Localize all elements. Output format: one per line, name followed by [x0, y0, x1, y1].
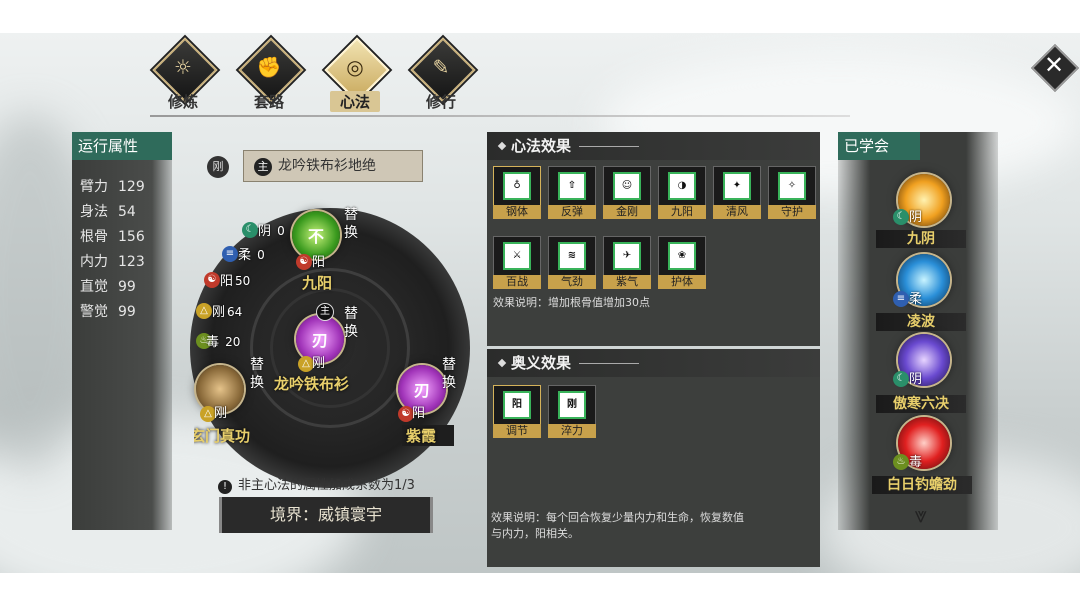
yin-icon: ☾ — [242, 222, 258, 238]
learned-item-name[interactable]: 白日钓蟾劲 — [872, 476, 972, 494]
mystic-panel: 奥义效果 阳调节 刚淬力 效果说明：每个回合恢复少量内力和生命，恢复数值 与内力… — [487, 349, 820, 567]
yang-icon: ☯ — [204, 272, 220, 288]
yang-icon: ☯ — [296, 254, 312, 270]
stat-row: 根骨 156 — [80, 229, 145, 245]
yin-icon: ☾ — [893, 209, 909, 225]
stat-row: 身法 54 — [80, 204, 136, 220]
main-method-label: 主龙吟铁布衫地绝 — [243, 150, 423, 182]
node-top-name: 九阳 — [302, 274, 333, 292]
tab-label: 套路 — [253, 93, 284, 111]
game-screen: ☼ 修炼 ✊ 套路 ◎ 心法 ✎ 修行 ✕ 运行属性 臂力 129 身法 54 根骨… — [0, 33, 1080, 573]
mystic-item[interactable]: 刚淬力 — [546, 385, 596, 438]
realm-label: 境界：威镇寰宇 — [219, 497, 433, 533]
effect-item[interactable]: ✦ 清风 — [711, 166, 761, 219]
wind-icon: ✦ — [723, 172, 751, 200]
swap-button[interactable]: 替换 — [344, 206, 362, 242]
qi-icon: ≋ — [558, 242, 586, 270]
effect-item[interactable]: ⚔ 百战 — [491, 236, 541, 289]
attr-yang: 阳 50 — [220, 274, 251, 289]
effect-item[interactable]: ✧ 守护 — [766, 166, 816, 219]
node-left-name: 玄门真功 — [190, 427, 251, 445]
learned-tag: 阴 — [909, 372, 923, 387]
swap-button[interactable]: 替换 — [344, 305, 362, 341]
body-guard-icon: ❀ — [668, 242, 696, 270]
learned-item-name[interactable]: 九阴 — [876, 230, 966, 248]
top-nav: ☼ 修炼 ✊ 套路 ◎ 心法 ✎ 修行 — [140, 37, 490, 113]
learned-tag: 柔 — [909, 292, 923, 307]
learned-tag: 阴 — [909, 210, 923, 225]
node-right-name: 紫霞 — [402, 425, 455, 446]
tab-routine[interactable]: ✊ 套路 — [230, 37, 310, 113]
attr-rou: 柔 0 — [238, 248, 265, 263]
stat-row: 警觉 99 — [80, 304, 136, 320]
attr-poison: 毒 20 — [206, 335, 241, 350]
purple-qi-icon: ✈ — [613, 242, 641, 270]
mystic-title: 奥义效果 — [487, 349, 820, 377]
learned-item-name[interactable]: 凌波 — [876, 313, 966, 331]
learned-tag: 毒 — [909, 455, 923, 470]
attr-yin: 阴 0 — [258, 224, 285, 239]
bounce-icon: ⇧ — [558, 172, 586, 200]
type-badge: 刚 — [207, 156, 229, 178]
learned-title: 已学会 — [838, 132, 920, 160]
node-tag: 阳 — [312, 255, 326, 270]
swap-button[interactable]: 替换 — [250, 356, 268, 392]
close-icon: ✕ — [1043, 51, 1065, 79]
figure-icon: ☺ — [613, 172, 641, 200]
node-center-name: 龙吟铁布衫 — [274, 375, 350, 393]
mystic-desc-line2: 与内力，阳相关。 — [491, 527, 579, 540]
stat-row: 内力 123 — [80, 254, 145, 270]
yang-icon: 阳 — [503, 391, 531, 419]
main-tag-icon: 主 — [316, 303, 334, 321]
tab-mind-method[interactable]: ◎ 心法 — [316, 37, 396, 113]
bonus-note: ! 非主心法的属性加成系数为1/3 — [218, 474, 415, 494]
swap-button[interactable]: 替换 — [442, 356, 460, 392]
rou-icon: ≡ — [893, 291, 909, 307]
tab-cultivate[interactable]: ☼ 修炼 — [144, 37, 224, 113]
main-tag: 主 — [254, 158, 272, 176]
effects-panel: 心法效果 ♁ 钢体 ⇧ 反弹 ☺ 金刚 ◑ 九阳 ✦ 清风 ✧ 守护 ⚔ 百战 ≋ 气劲 ✈ 紫气… — [487, 132, 820, 346]
info-icon: ! — [218, 480, 232, 494]
effect-item[interactable]: ❀ 护体 — [656, 236, 706, 289]
nav-divider — [150, 115, 850, 117]
stats-title: 运行属性 — [72, 132, 172, 160]
poison-icon: ♨ — [893, 454, 909, 470]
stats-panel: 运行属性 臂力 129 身法 54 根骨 156 内力 123 直觉 99 警觉 99 — [72, 132, 172, 530]
gang-icon: 刚 — [558, 391, 586, 419]
effects-title: 心法效果 — [487, 132, 820, 160]
scroll-down-icon[interactable]: ⩔ — [906, 503, 936, 528]
stat-row: 臂力 129 — [80, 179, 145, 195]
effect-item[interactable]: ✈ 紫气 — [601, 236, 651, 289]
effects-desc: 效果说明：增加根骨值增加30点 — [493, 296, 650, 309]
effect-item[interactable]: ◑ 九阳 — [656, 166, 706, 219]
attr-gang: 刚 64 — [212, 305, 243, 320]
mystic-desc-line1: 效果说明：每个回合恢复少量内力和生命，恢复数值 — [491, 511, 744, 524]
effect-item[interactable]: ☺ 金刚 — [601, 166, 651, 219]
mystic-item[interactable]: 阳调节 — [491, 385, 541, 438]
tab-label: 心法 — [330, 91, 380, 112]
rou-icon: ≡ — [222, 246, 238, 262]
swords-icon: ⚔ — [503, 242, 531, 270]
node-tag: 阳 — [412, 406, 426, 421]
effect-item[interactable]: ♁ 钢体 — [491, 166, 541, 219]
yin-icon: ☾ — [893, 371, 909, 387]
effect-item[interactable]: ≋ 气劲 — [546, 236, 596, 289]
gang-icon: △ — [196, 303, 212, 319]
tab-label: 修行 — [425, 93, 456, 111]
split-icon: ◑ — [668, 172, 696, 200]
stat-row: 直觉 99 — [80, 279, 136, 295]
node-tag: 刚 — [214, 406, 228, 421]
tab-label: 修炼 — [167, 93, 198, 111]
close-button[interactable]: ✕ — [1030, 43, 1080, 93]
guard-icon: ✧ — [778, 172, 806, 200]
learned-item-name[interactable]: 傲寒六决 — [876, 395, 966, 413]
tab-practice[interactable]: ✎ 修行 — [402, 37, 482, 113]
armor-icon: ♁ — [503, 172, 531, 200]
effect-item[interactable]: ⇧ 反弹 — [546, 166, 596, 219]
node-tag: 刚 — [312, 356, 326, 371]
